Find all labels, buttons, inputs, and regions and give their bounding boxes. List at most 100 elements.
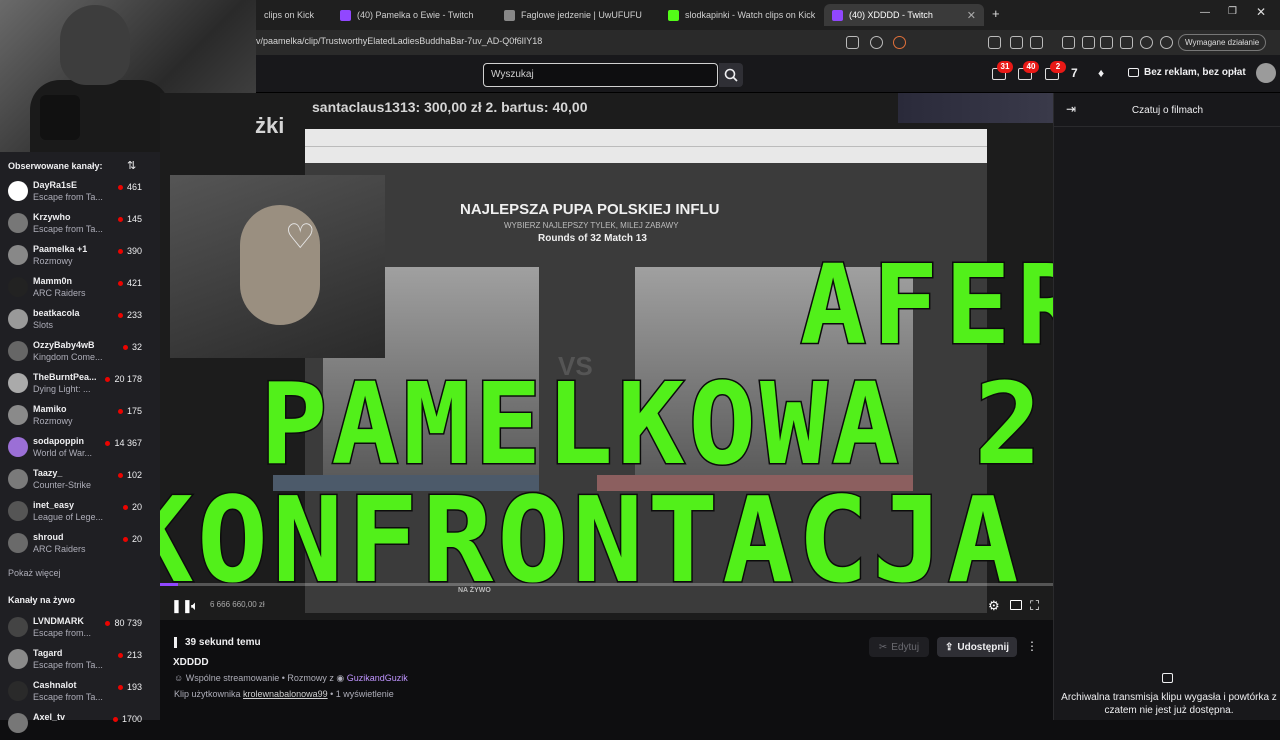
profile-icon[interactable] xyxy=(1160,36,1173,49)
viewer-count: 32 xyxy=(122,342,142,352)
channel-item[interactable]: inet_easy League of Lege... 20 xyxy=(0,496,150,528)
maximize-icon[interactable]: ❐ xyxy=(1228,6,1237,17)
channel-name: Tagard xyxy=(33,648,63,658)
viewer-count: 193 xyxy=(117,682,142,692)
viewer-count: 20 178 xyxy=(105,374,142,384)
crown-icon[interactable]: ♦ xyxy=(1098,66,1104,80)
fullscreen-icon[interactable]: ⛶ xyxy=(1030,598,1039,614)
new-tab-button[interactable]: + xyxy=(992,6,1000,21)
brave-rewards-icon[interactable] xyxy=(893,36,906,49)
extension-icon[interactable] xyxy=(988,36,1001,49)
channel-item[interactable]: Mamm0n ARC Raiders 421 xyxy=(0,272,150,304)
bits-icon[interactable]: 7 xyxy=(1071,66,1078,80)
more-options-icon[interactable]: ⋮ xyxy=(1026,639,1038,653)
channel-game: World of War... xyxy=(33,448,93,458)
partner-avatar: ◉ xyxy=(336,673,347,683)
video-player[interactable]: żki santaclaus1313: 300,00 zł 2. bartus:… xyxy=(160,93,1053,620)
channel-item[interactable]: DayRa1sE Escape from Ta... 461 xyxy=(0,176,150,208)
inner-round: Rounds of 32 Match 13 xyxy=(538,233,647,244)
extension-icon[interactable] xyxy=(1010,36,1023,49)
viewer-count: 390 xyxy=(117,246,142,256)
inner-subtitle: WYBIERZ NAJLEPSZY TYLEK, MILEJ ZABAWY xyxy=(504,221,679,230)
edit-button[interactable]: ✂ Edytuj xyxy=(869,637,929,657)
webcam-face xyxy=(60,5,130,85)
collab-partner-link[interactable]: GuzikandGuzik xyxy=(347,673,408,683)
brave-shield-icon[interactable] xyxy=(870,36,883,49)
channel-item[interactable]: Paamelka +1 Rozmowy 390 xyxy=(0,240,150,272)
user-avatar[interactable] xyxy=(1256,63,1276,83)
channel-item[interactable]: sodapoppin World of War... 14 367 xyxy=(0,432,150,464)
channel-item[interactable]: Taazy_ Counter-Strike 102 xyxy=(0,464,150,496)
extension-icon[interactable] xyxy=(1120,36,1133,49)
minimize-icon[interactable]: — xyxy=(1200,7,1210,18)
video-progress-bar[interactable] xyxy=(160,583,1053,586)
video-controls: ❚❚ 🔈︎ 6 666 660,00 zł ⚙︎ ⛶ xyxy=(160,590,1053,620)
pause-icon[interactable]: ❚❚ xyxy=(171,598,193,614)
channel-avatar xyxy=(8,181,28,201)
clip-time-ago: 39 sekund temu xyxy=(174,637,261,648)
viewer-count-value: 32 xyxy=(131,342,142,352)
extension-icon[interactable] xyxy=(1030,36,1043,49)
pirateswap-banner xyxy=(898,93,1053,123)
channel-item[interactable]: Axel_tv 1700 xyxy=(0,708,150,740)
viewer-count: 233 xyxy=(117,310,142,320)
tab-xdddd-twitch[interactable]: (40) XDDDD - Twitch ✕ xyxy=(824,4,984,26)
viewer-count-value: 20 178 xyxy=(114,374,142,384)
action-required-button[interactable]: Wymagane działanie xyxy=(1178,34,1267,51)
channel-name: DayRa1sE xyxy=(33,180,78,190)
search-input[interactable]: Wyszukaj xyxy=(483,63,718,87)
clipped-by-prefix: Klip użytkownika xyxy=(174,689,241,699)
settings-gear-icon[interactable]: ⚙︎ xyxy=(988,598,1000,614)
channel-item[interactable]: beatkacola Slots 233 xyxy=(0,304,150,336)
channel-avatar xyxy=(8,245,28,265)
theatre-mode-icon[interactable] xyxy=(1010,600,1022,610)
donation-counter: 6 666 660,00 zł xyxy=(210,600,265,609)
show-more-link[interactable]: Pokaż więcej xyxy=(8,568,61,578)
live-dot-icon xyxy=(117,248,123,254)
tab-slodkapinki-kick[interactable]: slodkapinki - Watch clips on Kick xyxy=(660,4,820,26)
tab-label: (40) Pamelka o Ewie - Twitch xyxy=(357,10,474,20)
channel-item[interactable]: shroud ARC Raiders 20 xyxy=(0,528,150,560)
microphone xyxy=(40,95,80,140)
live-dot-icon xyxy=(117,184,123,190)
sidebar: Obserwowane kanały: ⇅ DayRa1sE Escape fro… xyxy=(0,150,160,733)
tab-faglowe-jedzenie[interactable]: Faglowe jedzenie | UwUFUFU xyxy=(496,4,656,26)
viewer-count-value: 20 xyxy=(131,502,142,512)
channel-name: inet_easy xyxy=(33,500,75,510)
channel-game: Counter-Strike xyxy=(33,480,92,490)
vpn-icon[interactable] xyxy=(1140,36,1153,49)
channel-item[interactable]: Mamiko Rozmowy 175 xyxy=(0,400,150,432)
turbo-adfree-button[interactable]: Bez reklam, bez opłat xyxy=(1128,67,1246,78)
viewer-count-value: 80 739 xyxy=(114,618,142,628)
channel-item[interactable]: TheBurntPea... Dying Light: ... 20 178 xyxy=(0,368,150,400)
tab-pamelka-o-ewie[interactable]: (40) Pamelka o Ewie - Twitch xyxy=(332,4,492,26)
share-page-icon[interactable] xyxy=(846,36,859,49)
live-dot-icon xyxy=(122,536,128,542)
close-window-icon[interactable]: ✕ xyxy=(1256,5,1266,19)
extension-icon[interactable] xyxy=(1082,36,1095,49)
channel-name: Mamiko xyxy=(33,404,67,414)
search-button[interactable] xyxy=(719,63,743,87)
channel-item[interactable]: OzzyBaby4wB Kingdom Come... 32 xyxy=(0,336,150,368)
partial-overlay-text: żki xyxy=(255,113,285,138)
channel-item[interactable]: Cashnalot Escape from Ta... 193 xyxy=(0,676,150,708)
prime-badge: 31 xyxy=(997,61,1013,73)
tab-kick-clips[interactable]: clips on Kick xyxy=(256,4,326,26)
channel-avatar xyxy=(8,681,28,701)
wallet-icon[interactable] xyxy=(1100,36,1113,49)
volume-icon[interactable]: 🔈︎ xyxy=(191,598,199,614)
channel-item[interactable]: Tagard Escape from Ta... 213 xyxy=(0,644,150,676)
channel-name: Mamm0n xyxy=(33,276,73,286)
view-count: 1 wyświetlenie xyxy=(335,689,394,699)
channel-game: ARC Raiders xyxy=(33,544,86,554)
channel-item[interactable]: LVNDMARK Escape from... 80 739 xyxy=(0,612,150,644)
twitch-favicon-icon xyxy=(340,9,351,21)
channel-avatar xyxy=(8,713,28,733)
clipper-link[interactable]: krolewnabalonowa99 xyxy=(243,689,328,699)
sort-icon[interactable]: ⇅ xyxy=(127,159,136,172)
channel-item[interactable]: Krzywho Escape from Ta... 145 xyxy=(0,208,150,240)
close-tab-icon[interactable]: ✕ xyxy=(967,9,976,22)
media-icon[interactable] xyxy=(1062,36,1075,49)
url-field[interactable]: v/paamelka/clip/TrustworthyElatedLadiesB… xyxy=(256,36,542,46)
share-button[interactable]: ⇪ Udostępnij xyxy=(937,637,1017,657)
